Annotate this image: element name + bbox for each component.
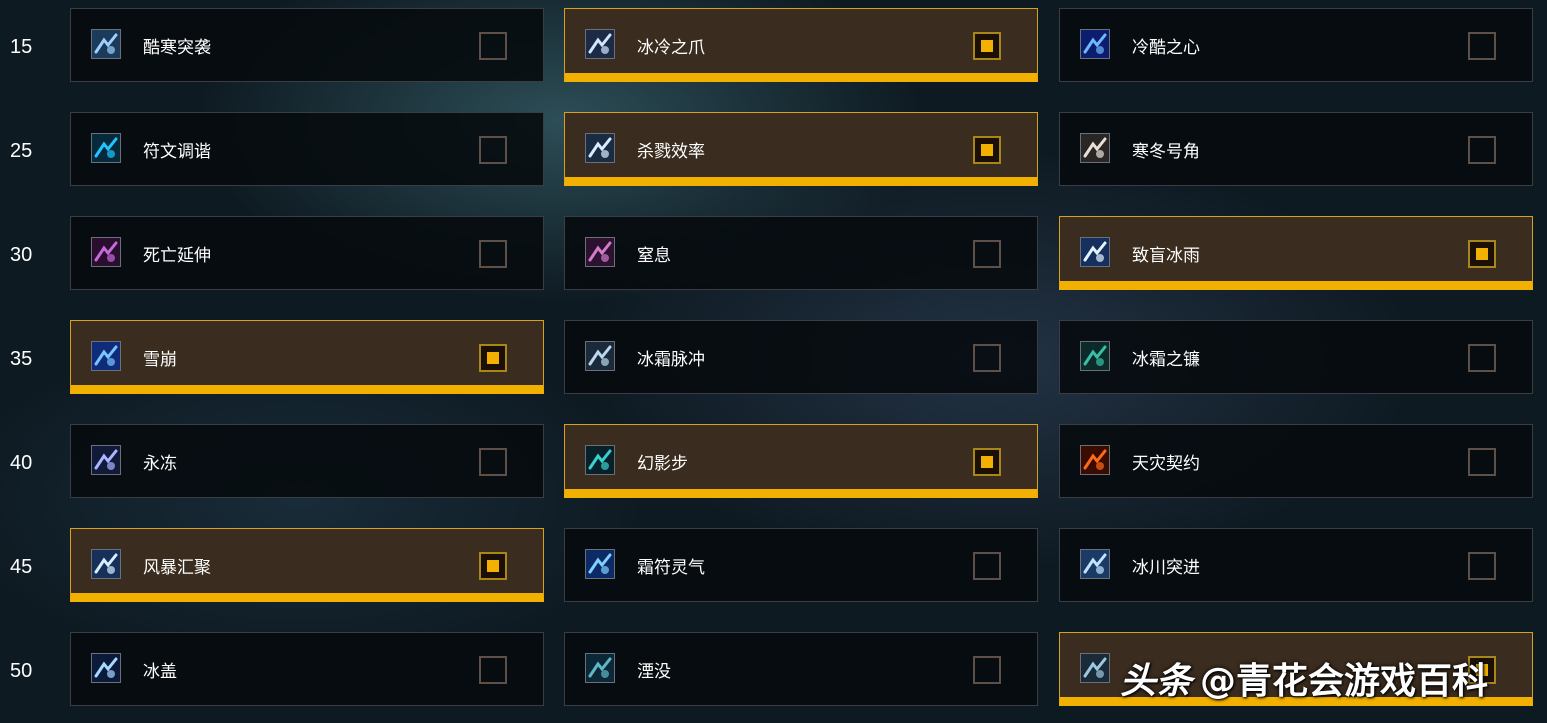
talent-name: 冰盖 — [143, 662, 177, 682]
talent-checkbox[interactable] — [1468, 344, 1496, 372]
shadow-hand-icon — [585, 237, 615, 267]
talent-checkbox[interactable] — [973, 656, 1001, 684]
frost-strike-icon — [91, 29, 121, 59]
avalanche-icon — [91, 341, 121, 371]
talent-checkbox[interactable] — [1468, 240, 1496, 268]
talent-option[interactable]: 窒息 — [564, 216, 1038, 290]
talent-name: 冰霜之镰 — [1132, 350, 1200, 370]
talent-name: 风暴汇聚 — [143, 558, 211, 578]
ice-shards-icon — [1080, 237, 1110, 267]
talent-option[interactable]: 杀戮效率 — [564, 112, 1038, 186]
talent-name: 冰霜脉冲 — [637, 350, 705, 370]
talent-option[interactable]: 雪崩 — [70, 320, 544, 394]
talent-name: 冰川突进 — [1132, 558, 1200, 578]
talent-option[interactable]: 寒冬号角 — [1059, 112, 1533, 186]
talent-option[interactable]: 冰川突进 — [1059, 528, 1533, 602]
talent-name: 永冻 — [143, 454, 177, 474]
frost-orb-icon — [1080, 29, 1110, 59]
talent-name: 窒息 — [637, 246, 671, 266]
talent-name: 杀戮效率 — [637, 142, 705, 162]
frost-rune-icon — [585, 549, 615, 579]
watermark: 头条 @青花会游戏百科 — [1120, 652, 1488, 704]
talent-option[interactable]: 冷酷之心 — [1059, 8, 1533, 82]
talent-level-label: 25 — [10, 140, 33, 162]
rune-icon — [91, 133, 121, 163]
talent-option[interactable]: 天灾契约 — [1059, 424, 1533, 498]
frost-scythe-icon — [1080, 341, 1110, 371]
talent-option[interactable]: 永冻 — [70, 424, 544, 498]
talent-option[interactable]: 冰盖 — [70, 632, 544, 706]
permafrost-icon — [91, 445, 121, 475]
talent-level-label: 50 — [10, 660, 33, 682]
talent-checkbox[interactable] — [973, 136, 1001, 164]
talent-level-label: 30 — [10, 244, 33, 266]
talent-option[interactable]: 冰冷之爪 — [564, 8, 1038, 82]
talent-level-label: 45 — [10, 556, 33, 578]
shadow-tendril-icon — [91, 237, 121, 267]
talent-name: 冷酷之心 — [1132, 38, 1200, 58]
talent-name: 符文调谐 — [143, 142, 211, 162]
gathering-storm-icon — [91, 549, 121, 579]
talent-name: 冰冷之爪 — [637, 38, 705, 58]
frost-skull-icon — [585, 133, 615, 163]
talent-checkbox[interactable] — [479, 136, 507, 164]
talent-level-label: 35 — [10, 348, 33, 370]
flame-fist-icon — [1080, 445, 1110, 475]
talent-checkbox[interactable] — [479, 552, 507, 580]
talent-row: 35 雪崩 冰霜脉冲 冰霜之镰 — [0, 320, 1547, 394]
talent-row: 30 死亡延伸 窒息 致盲冰雨 — [0, 216, 1547, 290]
talent-checkbox[interactable] — [479, 448, 507, 476]
talent-checkbox[interactable] — [479, 656, 507, 684]
talent-row: 25 符文调谐 杀戮效率 寒冬号角 — [0, 112, 1547, 186]
talent-checkbox[interactable] — [1468, 32, 1496, 60]
watermark-brand: 头条 — [1120, 661, 1193, 702]
talent-name: 天灾契约 — [1132, 454, 1200, 474]
frostwyrm-icon — [1080, 653, 1110, 683]
talent-name: 霜符灵气 — [637, 558, 705, 578]
talent-level-label: 40 — [10, 452, 33, 474]
glacial-advance-icon — [1080, 549, 1110, 579]
frost-claw-icon — [585, 29, 615, 59]
talent-name: 死亡延伸 — [143, 246, 211, 266]
talent-level-label: 15 — [10, 36, 33, 58]
talent-option[interactable]: 酷寒突袭 — [70, 8, 544, 82]
talent-checkbox[interactable] — [973, 240, 1001, 268]
talent-name: 雪崩 — [143, 350, 177, 370]
talent-row: 15 酷寒突袭 冰冷之爪 冷酷之心 — [0, 8, 1547, 82]
talent-row: 40 永冻 幻影步 天灾契约 — [0, 424, 1547, 498]
talent-name: 寒冬号角 — [1132, 142, 1200, 162]
talent-option[interactable]: 幻影步 — [564, 424, 1038, 498]
talent-checkbox[interactable] — [973, 32, 1001, 60]
talent-option[interactable]: 风暴汇聚 — [70, 528, 544, 602]
talent-option[interactable]: 湮没 — [564, 632, 1038, 706]
watermark-text: @青花会游戏百科 — [1200, 661, 1489, 702]
wraith-walk-icon — [585, 445, 615, 475]
obliteration-icon — [585, 653, 615, 683]
talent-name: 致盲冰雨 — [1132, 246, 1200, 266]
talent-option[interactable]: 死亡延伸 — [70, 216, 544, 290]
talent-option[interactable]: 符文调谐 — [70, 112, 544, 186]
frost-pulse-icon — [585, 341, 615, 371]
talent-name: 酷寒突袭 — [143, 38, 211, 58]
talent-checkbox[interactable] — [479, 344, 507, 372]
talent-name: 湮没 — [637, 662, 671, 682]
talent-name: 幻影步 — [637, 454, 688, 474]
talent-checkbox[interactable] — [1468, 448, 1496, 476]
talent-checkbox[interactable] — [973, 448, 1001, 476]
talent-row: 45 风暴汇聚 霜符灵气 冰川突进 — [0, 528, 1547, 602]
talent-option[interactable]: 霜符灵气 — [564, 528, 1038, 602]
talent-checkbox[interactable] — [479, 32, 507, 60]
talent-option[interactable]: 致盲冰雨 — [1059, 216, 1533, 290]
talent-checkbox[interactable] — [973, 552, 1001, 580]
talent-checkbox[interactable] — [1468, 136, 1496, 164]
talent-checkbox[interactable] — [1468, 552, 1496, 580]
talent-checkbox[interactable] — [479, 240, 507, 268]
talent-option[interactable]: 冰霜之镰 — [1059, 320, 1533, 394]
horn-icon — [1080, 133, 1110, 163]
talent-checkbox[interactable] — [973, 344, 1001, 372]
talent-option[interactable]: 冰霜脉冲 — [564, 320, 1038, 394]
icecap-icon — [91, 653, 121, 683]
